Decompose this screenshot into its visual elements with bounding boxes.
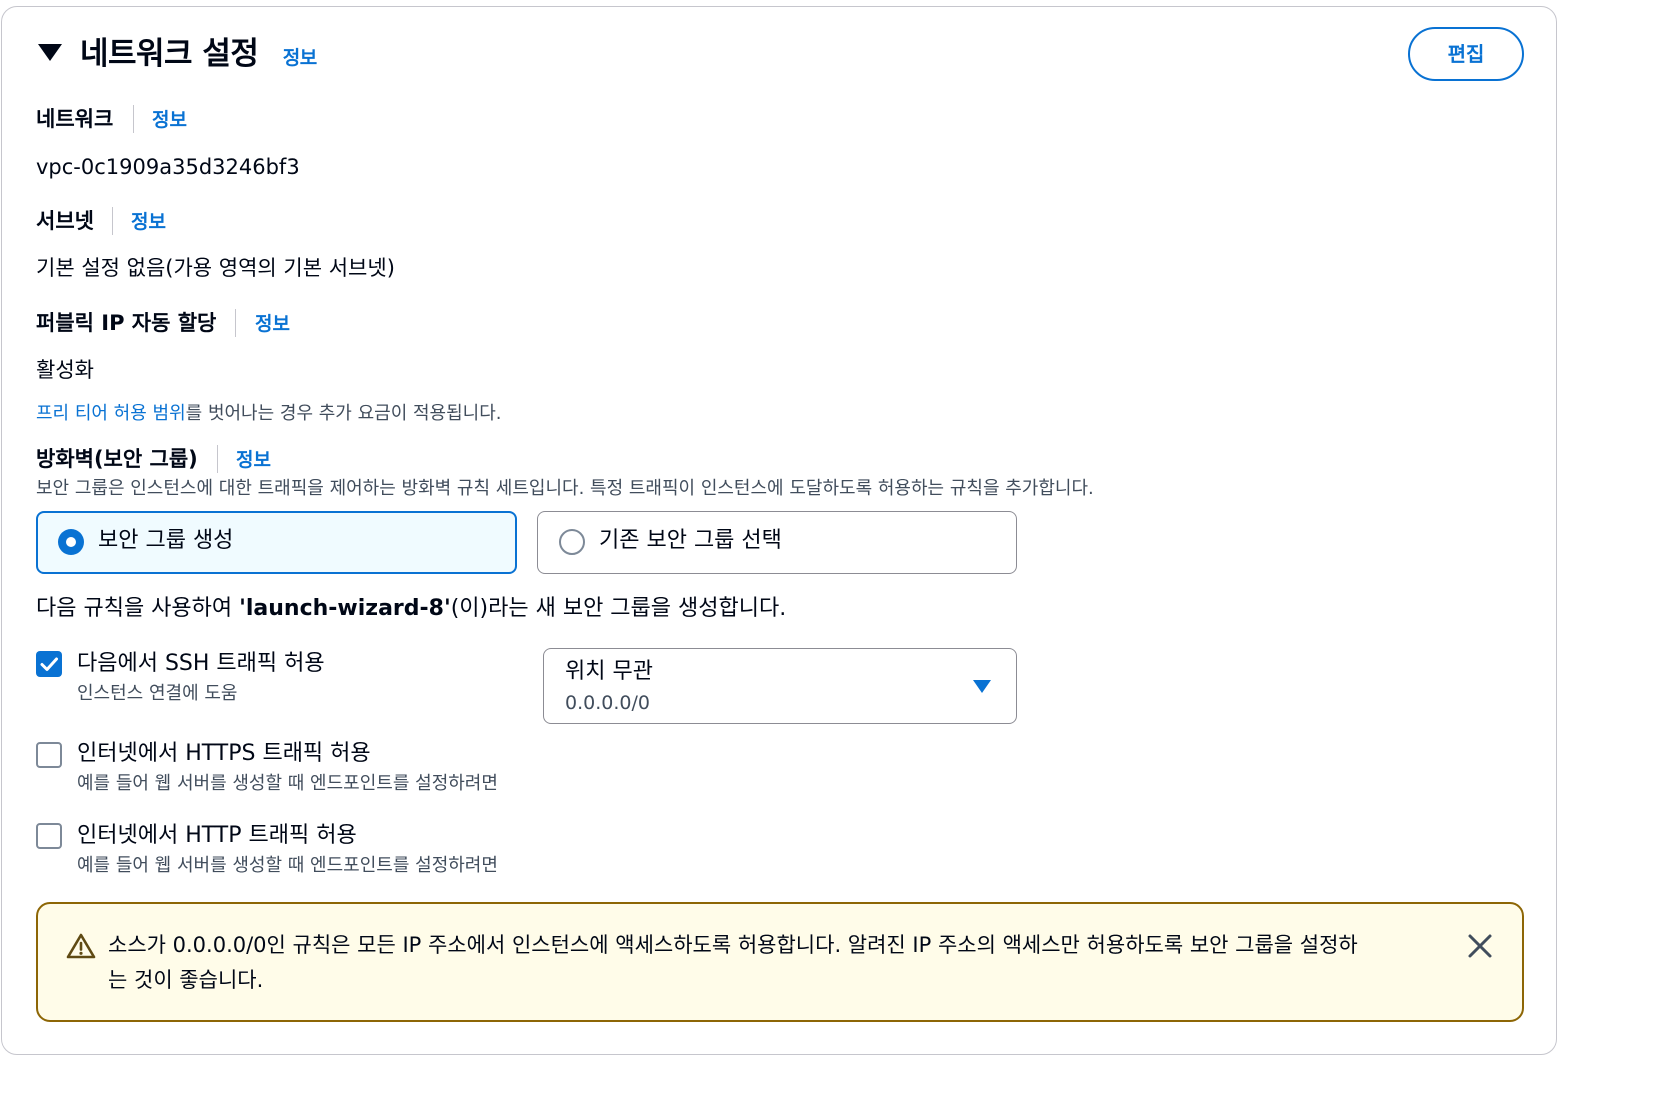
collapse-caret-icon[interactable] <box>38 44 62 61</box>
ssh-source-label: 위치 무관 <box>565 659 653 684</box>
warning-icon <box>66 933 96 959</box>
check-icon <box>40 657 58 671</box>
firewall-label: 방화벽(보안 그룹) <box>36 447 198 471</box>
subnet-value: 기본 설정 없음(가용 영역의 기본 서브넷) <box>36 256 395 280</box>
subnet-info-link[interactable]: 정보 <box>131 208 166 236</box>
https-description: 예를 들어 웹 서버를 생성할 때 엔드포인트를 설정하려면 <box>77 773 498 794</box>
warning-message: 소스가 0.0.0.0/0인 규칙은 모든 IP 주소에서 인스턴스에 액세스하… <box>108 928 1438 998</box>
create-security-group-label: 보안 그룹 생성 <box>98 528 234 553</box>
public-ip-info-link[interactable]: 정보 <box>255 310 290 338</box>
network-label: 네트워크 <box>36 107 114 131</box>
section-title: 네트워크 설정 정보 <box>80 36 317 72</box>
ssh-description: 인스턴스 연결에 도움 <box>77 683 238 704</box>
existing-security-group-tile[interactable]: 기존 보안 그룹 선택 <box>537 511 1017 574</box>
subnet-label: 서브넷 <box>36 209 94 233</box>
close-icon[interactable] <box>1466 932 1494 960</box>
firewall-info-link[interactable]: 정보 <box>236 446 271 474</box>
radio-unselected[interactable] <box>559 529 585 555</box>
ssh-checkbox[interactable] <box>36 651 62 677</box>
warning-line-2: 는 것이 좋습니다. <box>108 968 264 992</box>
security-group-name: 'launch-wizard-8' <box>239 596 451 621</box>
divider <box>217 445 218 473</box>
divider <box>112 207 113 235</box>
warning-line-1: 소스가 0.0.0.0/0인 규칙은 모든 IP 주소에서 인스턴스에 액세스하… <box>108 933 1358 957</box>
http-label: 인터넷에서 HTTP 트래픽 허용 <box>77 823 357 848</box>
public-ip-value: 활성화 <box>36 358 94 382</box>
radio-selected[interactable] <box>58 529 84 555</box>
existing-security-group-label: 기존 보안 그룹 선택 <box>599 528 782 553</box>
create-security-group-tile[interactable]: 보안 그룹 생성 <box>36 511 517 574</box>
ssh-source-value: 0.0.0.0/0 <box>565 692 650 714</box>
free-tier-note-text: 를 벗어나는 경우 추가 요금이 적용됩니다. <box>185 403 502 424</box>
rule-summary-prefix: 다음 규칙을 사용하여 <box>36 596 240 621</box>
http-checkbox[interactable] <box>36 823 62 849</box>
divider <box>133 105 134 133</box>
https-checkbox[interactable] <box>36 742 62 768</box>
divider <box>235 309 236 337</box>
edit-button[interactable]: 편집 <box>1408 27 1524 81</box>
ssh-label: 다음에서 SSH 트래픽 허용 <box>77 651 325 676</box>
rule-summary-suffix: (이)라는 새 보안 그룹을 생성합니다. <box>450 596 787 621</box>
public-ip-label: 퍼블릭 IP 자동 할당 <box>36 311 217 335</box>
https-label: 인터넷에서 HTTPS 트래픽 허용 <box>77 741 371 766</box>
ssh-source-select[interactable]: 위치 무관 0.0.0.0/0 <box>543 648 1017 724</box>
warning-alert: 소스가 0.0.0.0/0인 규칙은 모든 IP 주소에서 인스턴스에 액세스하… <box>36 902 1524 1022</box>
dropdown-caret-icon <box>973 680 991 693</box>
network-info-link[interactable]: 정보 <box>152 106 187 134</box>
free-tier-link[interactable]: 프리 티어 허용 범위 <box>36 403 186 424</box>
firewall-description: 보안 그룹은 인스턴스에 대한 트래픽을 제어하는 방화벽 규칙 세트입니다. … <box>36 478 1094 499</box>
http-description: 예를 들어 웹 서버를 생성할 때 엔드포인트를 설정하려면 <box>77 855 498 876</box>
rule-summary: 다음 규칙을 사용하여 'launch-wizard-8'(이)라는 새 보안 … <box>36 594 786 624</box>
section-info-link[interactable]: 정보 <box>283 47 317 69</box>
network-value: vpc-0c1909a35d3246bf3 <box>36 155 300 179</box>
free-tier-note: 프리 티어 허용 범위를 벗어나는 경우 추가 요금이 적용됩니다. <box>36 401 502 427</box>
